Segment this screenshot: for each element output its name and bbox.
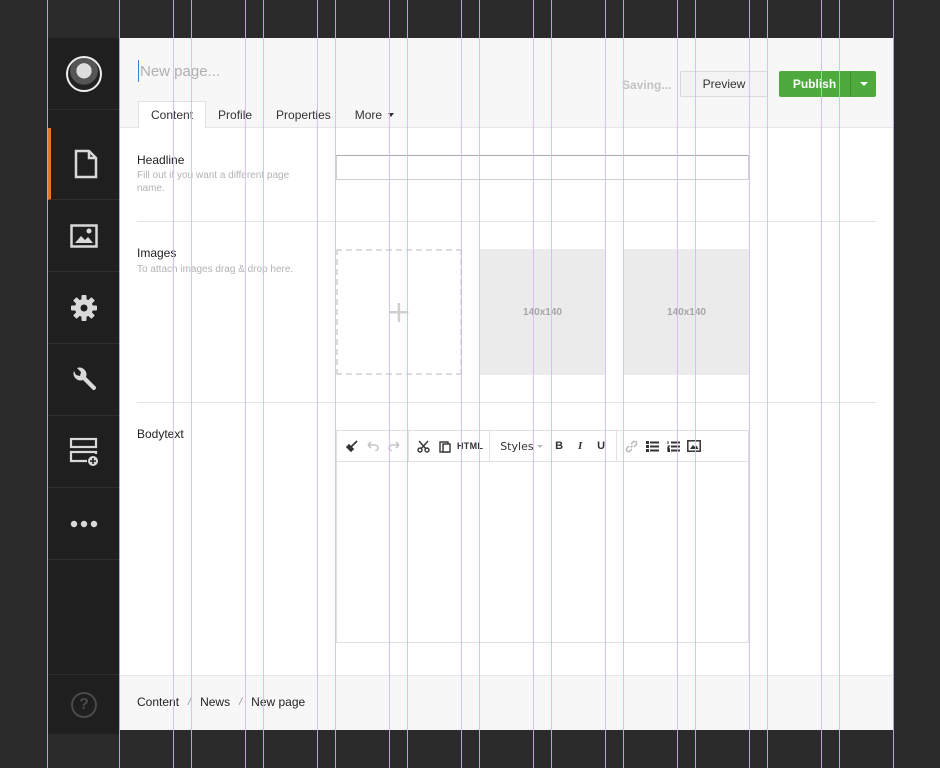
images-label: Images: [137, 246, 177, 260]
chevron-down-icon: [388, 112, 395, 117]
tab-label: Profile: [218, 107, 253, 122]
editor-panel: Saving... Preview Publish Content Profil…: [120, 38, 893, 730]
sidebar-item-layout[interactable]: [48, 416, 120, 488]
add-block-icon: [69, 437, 98, 466]
sidebar-item-settings[interactable]: [48, 272, 120, 344]
chevron-down-icon: [536, 444, 543, 448]
breadcrumb: Content / News / New page: [137, 695, 305, 709]
underline-button[interactable]: U: [591, 436, 612, 456]
sidebar-help[interactable]: ?: [48, 674, 120, 734]
tab-bar: Content Profile Properties More: [138, 101, 406, 129]
sidebar-item-more[interactable]: [48, 488, 120, 560]
breadcrumb-item[interactable]: Content: [137, 695, 179, 709]
insert-image-button[interactable]: [684, 436, 705, 456]
italic-button[interactable]: I: [570, 436, 591, 456]
saving-status: Saving...: [622, 78, 672, 92]
redo-button[interactable]: [383, 436, 404, 456]
styles-dropdown[interactable]: Styles: [494, 440, 548, 453]
guide-line: [893, 0, 894, 768]
sidebar-item-profile[interactable]: [48, 38, 120, 110]
divider: [137, 402, 876, 403]
bullet-list-button[interactable]: [642, 436, 663, 456]
tab-label: Properties: [276, 107, 331, 122]
toolbar-group-insert: [617, 431, 709, 462]
document-icon: [74, 149, 97, 178]
publish-split-button: Publish: [779, 71, 876, 97]
numbered-list-icon: [666, 440, 680, 452]
preview-button[interactable]: Preview: [680, 71, 768, 97]
tab-properties[interactable]: Properties: [264, 101, 343, 128]
gear-icon: [71, 294, 97, 321]
image-icon: [687, 440, 702, 452]
editor-toolbar: HTML Styles B I U: [337, 430, 748, 462]
headline-input[interactable]: [336, 155, 749, 180]
images-help: To attach images drag & drop here.: [137, 264, 294, 275]
avatar[interactable]: [66, 55, 102, 92]
numbered-list-button[interactable]: [663, 436, 684, 456]
footer: Content / News / New page: [120, 675, 893, 730]
image-drop-zone[interactable]: +: [336, 249, 462, 375]
rich-text-editor[interactable]: HTML Styles B I U: [336, 430, 749, 643]
plus-icon: +: [386, 294, 412, 330]
link-button[interactable]: [621, 436, 642, 456]
redo-icon: [387, 441, 400, 451]
tab-content[interactable]: Content: [138, 101, 207, 129]
breadcrumb-item[interactable]: News: [200, 695, 230, 709]
help-icon: ?: [71, 691, 97, 718]
tab-label: Content: [151, 108, 194, 122]
bold-button[interactable]: B: [549, 436, 570, 456]
toolbar-group-clipboard: HTML: [409, 430, 491, 462]
wrench-icon: [73, 367, 97, 390]
clipboard-icon: [438, 440, 451, 453]
image-icon: [70, 223, 98, 248]
tab-more[interactable]: More: [343, 101, 406, 128]
breadcrumb-item-current: New page: [251, 695, 306, 709]
divider: [137, 221, 876, 222]
headline-label: Headline: [137, 153, 185, 167]
breadcrumb-separator: /: [188, 696, 192, 708]
paste-button[interactable]: [434, 436, 455, 456]
toolbar-group-format: Styles B I U: [490, 430, 617, 462]
scissors-icon: [417, 440, 430, 453]
sidebar-item-pages[interactable]: [48, 128, 120, 200]
publish-button[interactable]: Publish: [779, 71, 851, 97]
chevron-down-icon: [859, 82, 868, 86]
styles-label: Styles: [500, 439, 534, 453]
html-source-button[interactable]: HTML: [455, 436, 485, 456]
cut-button[interactable]: [413, 436, 434, 456]
page-title-input[interactable]: [138, 60, 418, 82]
sidebar-item-media[interactable]: [48, 200, 120, 272]
undo-icon: [366, 441, 379, 451]
breadcrumb-separator: /: [239, 696, 243, 708]
undo-button[interactable]: [362, 436, 383, 456]
bodytext-label: Bodytext: [137, 427, 184, 441]
clear-format-button[interactable]: [341, 436, 362, 456]
more-icon: [70, 520, 98, 527]
headline-help: Fill out if you want a different page na…: [137, 170, 290, 194]
broom-icon: [345, 440, 358, 452]
publish-options-button[interactable]: [851, 71, 876, 97]
toolbar-group-history: [337, 430, 409, 462]
tab-profile[interactable]: Profile: [206, 101, 264, 128]
tab-label: More: [354, 107, 383, 122]
image-thumbnail[interactable]: 140x140: [480, 249, 605, 375]
page-header: Saving... Preview Publish Content Profil…: [120, 38, 893, 129]
sidebar: ?: [48, 38, 120, 734]
bullet-list-icon: [645, 440, 659, 452]
sidebar-item-tools[interactable]: [48, 344, 120, 416]
image-thumbnail[interactable]: 140x140: [624, 249, 749, 375]
link-icon: [625, 440, 637, 452]
